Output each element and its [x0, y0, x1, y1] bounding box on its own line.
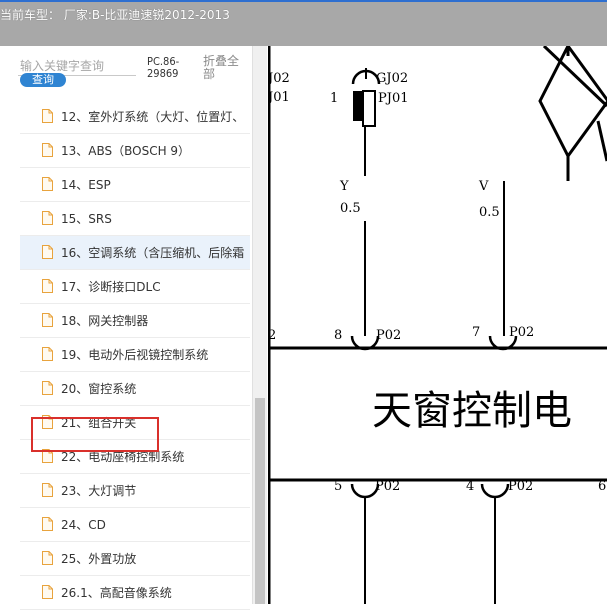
pin-label: 5 [334, 479, 342, 494]
tree-item[interactable]: 13、ABS（BOSCH 9） [20, 134, 250, 168]
tree-item[interactable]: 22、电动座椅控制系统 [20, 440, 250, 474]
connector-arc [480, 483, 510, 499]
tree-item[interactable]: 21、组合开关 [20, 406, 250, 440]
wire-color-label: Y [339, 179, 349, 194]
document-icon [42, 211, 53, 225]
document-icon [42, 143, 53, 157]
tree-item[interactable]: 14、ESP [20, 168, 250, 202]
tree-item[interactable]: 16、空调系统（含压缩机、后除霜 [20, 236, 250, 270]
connector-label: P02 [375, 479, 400, 494]
tree-item[interactable]: 23、大灯调节 [20, 474, 250, 508]
pin-label: 2 [268, 328, 276, 343]
document-icon [42, 585, 53, 599]
document-icon [42, 551, 53, 565]
document-icon [42, 177, 53, 191]
tree-item[interactable]: 12、室外灯系统（大灯、位置灯、 [20, 100, 250, 134]
document-icon [42, 245, 53, 259]
tree-item-label: 22、电动座椅控制系统 [61, 450, 185, 464]
document-icon [42, 313, 53, 327]
system-tree-list: 12、室外灯系统（大灯、位置灯、 13、ABS（BOSCH 9） 14、ESP … [20, 100, 250, 610]
tree-item-label: 21、组合开关 [61, 416, 137, 430]
connector-block [353, 91, 363, 121]
pin-label: 1 [330, 91, 338, 106]
pin-label: 4 [466, 479, 474, 494]
scrollbar-thumb[interactable] [255, 398, 265, 604]
document-icon [42, 279, 53, 293]
document-icon [42, 347, 53, 361]
tree-item[interactable]: 15、SRS [20, 202, 250, 236]
pin-label: 6 [598, 479, 606, 494]
tree-item[interactable]: 18、网关控制器 [20, 304, 250, 338]
connector-label: GJ02 [376, 71, 408, 86]
tree-item[interactable]: 17、诊断接口DLC [20, 270, 250, 304]
relay-symbol [538, 46, 607, 159]
wire-size-label: 0.5 [340, 201, 361, 216]
collapse-all-button[interactable]: 折叠全部 [203, 55, 243, 81]
tree-item-selected[interactable]: 20、窗控系统 [20, 372, 250, 406]
document-icon [42, 109, 53, 123]
pin-label: 8 [334, 328, 342, 343]
wiring-diagram: J02 J01 GJ02 1 PJ01 Y 0.5 V 0.5 2 8 P02 … [268, 46, 607, 604]
code-label: J02 [268, 71, 290, 86]
tree-item[interactable]: 19、电动外后视镜控制系统 [20, 338, 250, 372]
tree-item-label: 23、大灯调节 [61, 484, 137, 498]
tree-item-label: 12、室外灯系统（大灯、位置灯、 [61, 110, 245, 124]
module-title: 天窗控制电 [372, 388, 572, 434]
tree-item-label: 26.1、高配音像系统 [61, 586, 172, 600]
document-icon [42, 517, 53, 531]
search-area: 查询 PC.86-29869 折叠全部 [0, 46, 250, 92]
tree-item-label: 14、ESP [61, 178, 111, 192]
pin-label: 7 [472, 325, 480, 340]
tree-item-label: 20、窗控系统 [61, 382, 137, 396]
tree-item-label: 19、电动外后视镜控制系统 [61, 348, 209, 362]
connector-label: P02 [376, 328, 401, 343]
wire-color-label: V [478, 179, 489, 194]
wire-size-label: 0.5 [479, 205, 500, 220]
wiring-diagram-view[interactable]: J02 J01 GJ02 1 PJ01 Y 0.5 V 0.5 2 8 P02 … [268, 46, 607, 604]
tree-item-label: 13、ABS（BOSCH 9） [61, 144, 191, 158]
pc-code: PC.86-29869 [147, 55, 180, 80]
connector-label: P02 [508, 479, 533, 494]
connector-label: P02 [509, 325, 534, 340]
code-label: J01 [268, 90, 290, 105]
document-icon [42, 449, 53, 463]
top-bar: 当前车型： 厂家:B-比亚迪速锐2012-2013 [0, 0, 607, 46]
tree-item-label: 16、空调系统（含压缩机、后除霜 [61, 246, 245, 260]
document-icon [42, 483, 53, 497]
tree-item[interactable]: 25、外置功放 [20, 542, 250, 576]
document-icon [42, 381, 53, 395]
wire [596, 120, 607, 162]
query-button[interactable]: 查询 [20, 73, 66, 87]
tree-item[interactable]: 24、CD [20, 508, 250, 542]
tree-item[interactable]: 26.1、高配音像系统 [20, 576, 250, 610]
tree-item-label: 15、SRS [61, 212, 112, 226]
document-icon [42, 415, 53, 429]
connector-block [362, 90, 376, 127]
tree-item-label: 17、诊断接口DLC [61, 280, 161, 294]
tree-item-label: 24、CD [61, 518, 106, 532]
tree-item-label: 18、网关控制器 [61, 314, 149, 328]
tree-item-label: 25、外置功放 [61, 552, 137, 566]
connector-label: PJ01 [378, 91, 409, 106]
search-input[interactable] [18, 58, 142, 74]
sidebar-scrollbar[interactable] [252, 46, 267, 604]
left-panel: 查询 PC.86-29869 折叠全部 12、室外灯系统（大灯、位置灯、 13、… [0, 46, 268, 610]
current-model-title: 当前车型： 厂家:B-比亚迪速锐2012-2013 [0, 8, 230, 22]
